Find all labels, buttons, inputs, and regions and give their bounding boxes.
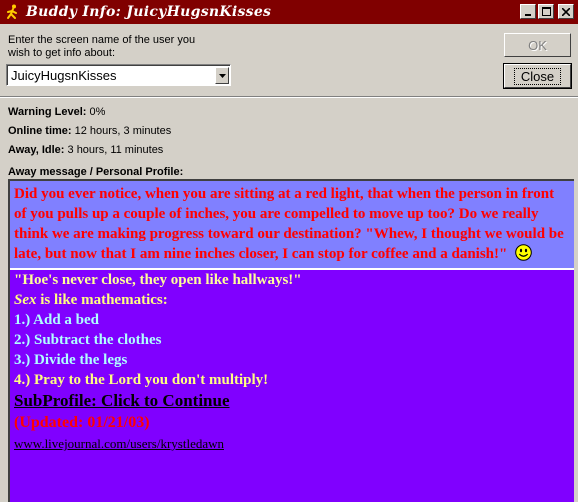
maximize-icon: [541, 7, 551, 16]
away-idle-time: Away, Idle: 3 hours, 11 minutes: [8, 144, 163, 156]
away-message-text: Did you ever notice, when you are sittin…: [14, 186, 564, 262]
profile-view[interactable]: Did you ever notice, when you are sittin…: [8, 179, 574, 502]
subprofile-link[interactable]: SubProfile: Click to Continue: [14, 390, 570, 412]
buddy-info-window: Buddy Info: JuicyHugsnKisses Enter the s…: [0, 0, 578, 502]
minimize-button[interactable]: [520, 4, 536, 19]
warning-level: Warning Level: 0%: [8, 106, 105, 118]
ok-button[interactable]: OK: [504, 33, 571, 57]
profile-section-label: Away message / Personal Profile:: [8, 166, 184, 178]
screen-name-prompt: Enter the screen name of the user you wi…: [8, 34, 196, 59]
livejournal-link[interactable]: www.livejournal.com/users/krystledawn: [14, 434, 570, 454]
profile-heading: Sex is like mathematics:: [14, 290, 570, 310]
personal-profile: "Hoe's never close, they open like hallw…: [10, 270, 574, 454]
close-button[interactable]: Close: [503, 63, 572, 89]
aim-running-man-icon: [4, 3, 22, 21]
online-time: Online time: 12 hours, 3 minutes: [8, 125, 171, 137]
minimize-icon: [525, 13, 531, 16]
close-icon: [562, 7, 570, 16]
close-button-label: Close: [513, 67, 562, 85]
list-item-last: 4.) Pray to the Lord you don't multiply!: [14, 372, 269, 388]
window-title: Buddy Info: JuicyHugsnKisses: [26, 4, 272, 20]
screen-name-value[interactable]: JuicyHugsnKisses: [11, 68, 117, 83]
list-item: 3.) Divide the legs: [14, 352, 128, 368]
sex-word: Sex: [14, 292, 37, 308]
warning-level-label: Warning Level:: [8, 106, 87, 118]
updated-date: (Updated: 01/21/03): [14, 414, 150, 431]
close-window-button[interactable]: [558, 4, 574, 19]
title-bar[interactable]: Buddy Info: JuicyHugsnKisses: [0, 0, 578, 24]
online-time-label: Online time:: [8, 125, 72, 137]
away-idle-value: 3 hours, 11 minutes: [67, 144, 164, 156]
away-message: Did you ever notice, when you are sittin…: [10, 181, 574, 270]
online-time-value: 12 hours, 3 minutes: [74, 125, 172, 137]
warning-level-value: 0%: [89, 106, 106, 118]
chevron-down-icon: [218, 73, 226, 78]
heading-rest: is like mathematics:: [36, 292, 168, 308]
screen-name-combobox[interactable]: JuicyHugsnKisses: [6, 64, 231, 86]
profile-quote: "Hoe's never close, they open like hallw…: [14, 272, 302, 288]
divider: [0, 96, 578, 98]
away-idle-label: Away, Idle:: [8, 144, 65, 156]
list-item: 2.) Subtract the clothes: [14, 332, 162, 348]
list-item: 1.) Add a bed: [14, 312, 100, 328]
maximize-button[interactable]: [538, 4, 554, 19]
dropdown-button[interactable]: [215, 67, 229, 84]
smiley-icon: [515, 244, 532, 261]
